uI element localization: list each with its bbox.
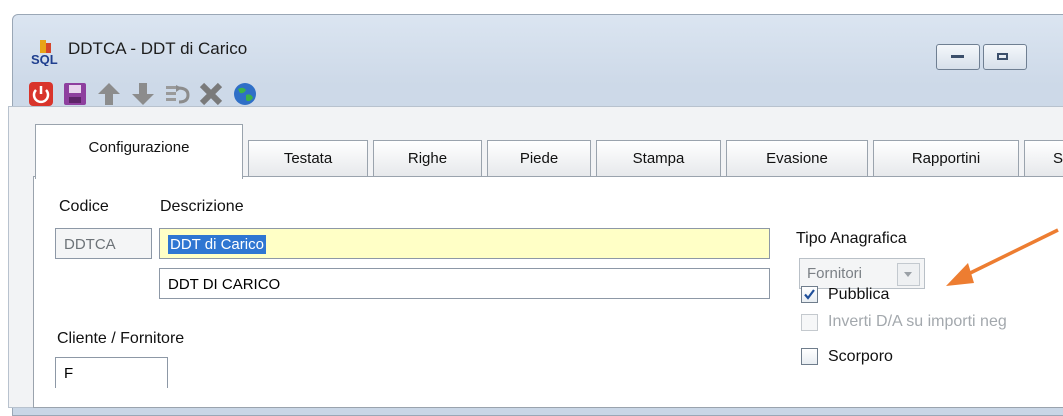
delete-icon[interactable] (197, 80, 225, 108)
window-title: DDTCA - DDT di Carico (68, 39, 248, 58)
svg-text:SQL: SQL (31, 52, 58, 66)
title-bar[interactable]: SQL DDTCA - DDT di Carico (13, 15, 1063, 79)
descrizione-field[interactable]: DDT di Carico (159, 228, 770, 259)
tab-s[interactable]: S (1024, 140, 1063, 176)
undo-icon[interactable] (163, 80, 191, 108)
tab-configurazione[interactable]: Configurazione (35, 124, 243, 179)
save-icon[interactable] (61, 80, 89, 108)
cliente-fornitore-label: Cliente / Fornitore (57, 330, 185, 347)
dropdown-button[interactable] (897, 263, 920, 286)
sql-app-icon: SQL (31, 40, 58, 66)
maximize-icon (997, 53, 1008, 60)
tab-righe[interactable]: Righe (373, 140, 482, 177)
tipo-anagrafica-select[interactable]: Fornitori (799, 258, 925, 289)
scorporo-label: Scorporo (828, 348, 893, 365)
tipo-anagrafica-value: Fornitori (807, 265, 863, 282)
annotation-arrow-icon (946, 228, 1059, 286)
tab-stampa[interactable]: Stampa (596, 140, 721, 177)
minimize-icon (951, 55, 964, 58)
inverti-checkbox (801, 314, 818, 331)
descrizione-label: Descrizione (160, 198, 244, 215)
codice-field[interactable]: DDTCA (55, 228, 152, 259)
pubblica-checkbox[interactable] (801, 286, 818, 303)
tab-piede[interactable]: Piede (487, 140, 591, 177)
checkmark-icon (804, 289, 815, 300)
pubblica-label: Pubblica (828, 286, 890, 303)
maximize-button[interactable] (983, 44, 1027, 70)
inverti-label: Inverti D/A su importi neg (828, 313, 1007, 330)
chevron-down-icon (904, 272, 912, 277)
power-exit-icon[interactable] (27, 80, 55, 108)
tab-rapportini[interactable]: Rapportini (873, 140, 1019, 177)
arrow-up-icon[interactable] (95, 80, 123, 108)
tab-testata[interactable]: Testata (248, 140, 368, 177)
scorporo-checkbox[interactable] (801, 348, 818, 365)
tab-evasione[interactable]: Evasione (726, 140, 868, 177)
minimize-button[interactable] (936, 44, 980, 70)
cliente-fornitore-field[interactable]: F (55, 357, 168, 388)
globe-icon[interactable] (231, 80, 259, 108)
codice-label: Codice (59, 198, 109, 215)
tipo-anagrafica-label: Tipo Anagrafica (796, 230, 907, 247)
descrizione-value: DDT di Carico (168, 235, 266, 254)
descrizione-secondaria-field[interactable]: DDT DI CARICO (159, 268, 770, 299)
arrow-down-icon[interactable] (129, 80, 157, 108)
